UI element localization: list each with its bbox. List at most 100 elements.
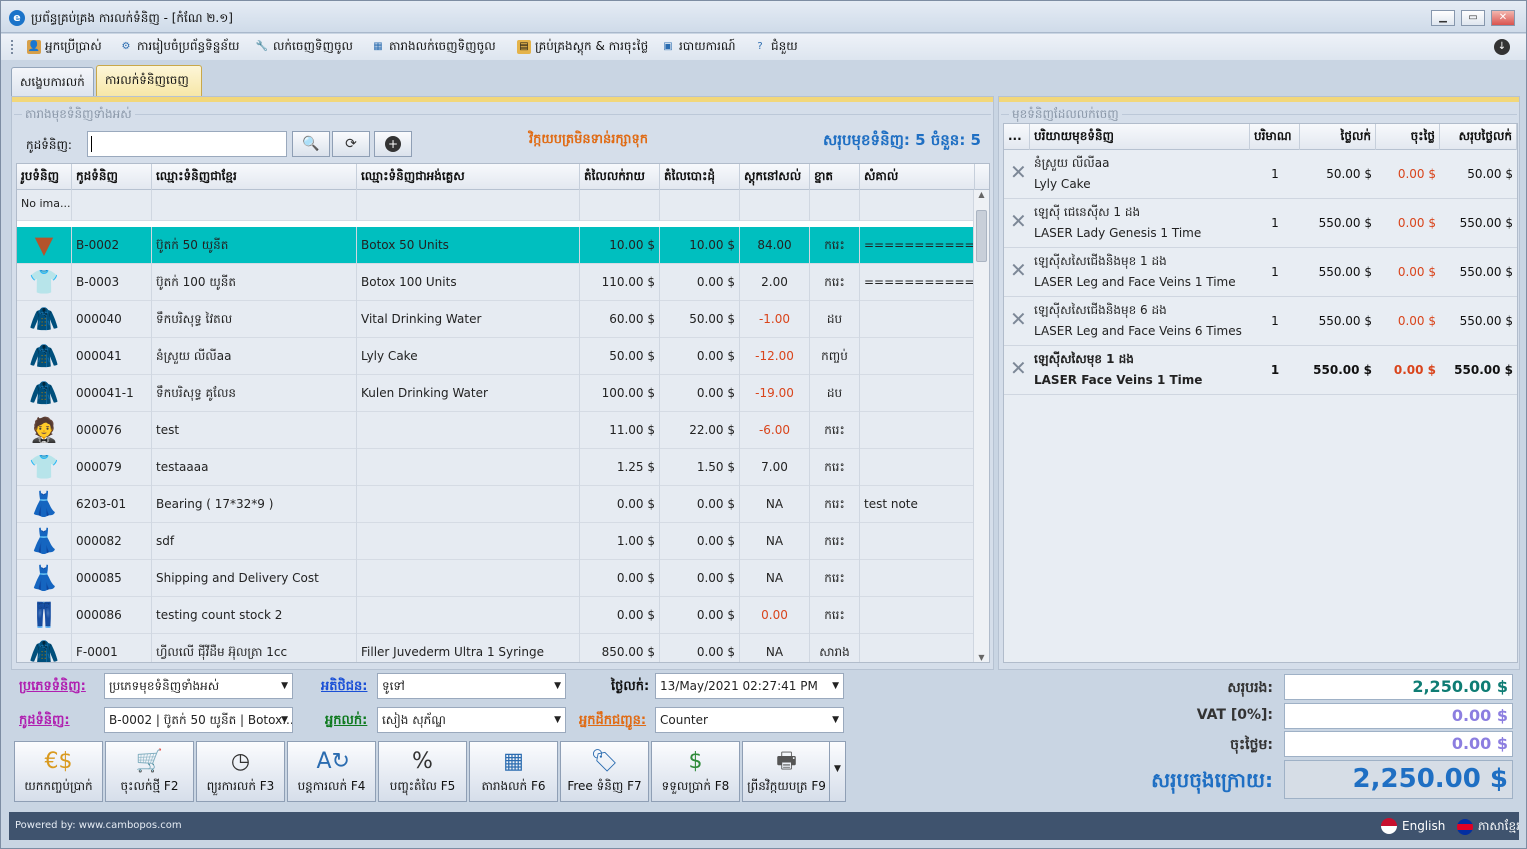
- function-button-7[interactable]: 🏷 Free ទំនិញ F7: [560, 741, 649, 802]
- customer-select[interactable]: ទូទៅ ▼: [377, 673, 566, 699]
- maximize-button[interactable]: ▭: [1461, 10, 1485, 26]
- table-row[interactable]: 🤵 000076 test 11.00 $22.00 $ -6.00 ករេះ: [17, 412, 975, 449]
- remove-item-icon[interactable]: ✕: [1010, 260, 1027, 280]
- item-disc: 0.00 $: [1393, 363, 1436, 377]
- table-row[interactable]: No ima...: [17, 190, 975, 221]
- more-buttons-dropdown[interactable]: ▼: [829, 741, 846, 802]
- function-button-5[interactable]: % បញ្ចុះតំលៃ F5: [378, 741, 467, 802]
- table-row[interactable]: 👗 6203-01 Bearing ( 17*32*9 ) 0.00 $0.00 $ N…: [17, 486, 975, 523]
- cart-row[interactable]: ✕ ឡេស៊ីសសៃជើងនិងមុខ 1 ដង LASER Leg and Fac…: [1004, 248, 1517, 297]
- date-picker[interactable]: 13/May/2021 02:27:41 PM ▼: [655, 673, 844, 699]
- product-code-input[interactable]: [87, 131, 287, 157]
- scroll-up-icon[interactable]: ▲: [974, 190, 989, 199]
- table-row[interactable]: 👕 000079 testaaaa 1.25 $1.50 $7.00 ករេះ: [17, 449, 975, 486]
- plus-circle-icon: +: [385, 136, 401, 152]
- col-note[interactable]: សំគាល់: [860, 164, 975, 190]
- cart-row[interactable]: ✕ ឡេស៊ីសសៃមុខ 1 ដង LASER Face Veins 1 Time…: [1004, 346, 1517, 395]
- col-name-kh[interactable]: ឈ្មោះទំនិញជាខ្មែរ: [152, 164, 357, 190]
- cart-row[interactable]: ✕ ឡេស៊ីសសៃជើងនិងមុខ 6 ដង LASER Leg and Fac…: [1004, 297, 1517, 346]
- table-row[interactable]: 👗 000082 sdf 1.00 $0.00 $ NA ករេះ: [17, 523, 975, 560]
- table-row[interactable]: 🧥 000040 ទឹកបរិសុទ្ធ វៃតល Vital Drinking Wa…: [17, 301, 975, 338]
- remove-item-icon[interactable]: ✕: [1010, 358, 1027, 378]
- function-button-1[interactable]: €$ យកកញ្ចប់ប្រាក់: [14, 741, 103, 802]
- cell-retail: 1.25 $: [580, 449, 660, 486]
- cell-en: [357, 190, 580, 221]
- table-row[interactable]: 🧥 000041 នំស្រួយ លីលីaa Lyly Cake 50.00 $0.0…: [17, 338, 975, 375]
- cell-stock: 84.00: [740, 227, 810, 264]
- minimize-button[interactable]: ▁: [1431, 10, 1455, 26]
- menu-report[interactable]: ▣ របាយការណ៍: [661, 38, 735, 56]
- cell-unit: ករេះ: [810, 412, 860, 449]
- cell-note: test note: [860, 486, 975, 523]
- col-price[interactable]: ថ្លៃលក់: [1300, 124, 1376, 150]
- cell-kh: [152, 190, 357, 221]
- cell-img: 🧥: [17, 634, 72, 662]
- menu-help[interactable]: ? ជំនួយ: [753, 38, 797, 56]
- col-discount[interactable]: ចុះថ្លៃ: [1376, 124, 1440, 150]
- col-wholesale[interactable]: តំលៃបោះដុំ: [660, 164, 740, 190]
- menu-users[interactable]: 👤 អ្នកប្រើប្រាស់: [27, 38, 102, 56]
- table-row[interactable]: 👗 000085 Shipping and Delivery Cost 0.00 $0…: [17, 560, 975, 597]
- col-remove[interactable]: ...: [1004, 124, 1030, 150]
- col-code[interactable]: កូដទំនិញ: [72, 164, 152, 190]
- table-row[interactable]: ▼ B-0002 ប៊ូតក់ 50 យូនីត Botox 50 Units 10.0…: [17, 227, 975, 264]
- table-row[interactable]: 🧥 F-0001 ហ្វីលលើ ជុីវីដឺម អ៊ុលត្រា 1cc Fill…: [17, 634, 975, 662]
- col-description[interactable]: បរិយាយមុខទំនិញ: [1030, 124, 1250, 150]
- col-line-total[interactable]: សរុបថ្លៃលក់: [1440, 124, 1517, 150]
- lang-khmer[interactable]: ភាសាខ្មែរ: [1457, 818, 1520, 836]
- cell-stock: 7.00: [740, 449, 810, 486]
- tab-sales-out[interactable]: ការលក់ទំនិញចេញ: [96, 65, 202, 98]
- menu-sales[interactable]: 🔧 លក់ចេញទិញចូល: [255, 38, 353, 56]
- scroll-down-icon[interactable]: ▼: [974, 653, 989, 662]
- cart-row[interactable]: ✕ ឡេស៊ី ជេនេស៊ីស 1 ដង LASER Lady Genesis 1…: [1004, 199, 1517, 248]
- col-qty[interactable]: បរិមាណ: [1250, 124, 1300, 150]
- cell-unit: ករេះ: [810, 523, 860, 560]
- shipper-select[interactable]: Counter ▼: [655, 707, 844, 733]
- menu-label: អ្នកប្រើប្រាស់: [45, 39, 102, 53]
- function-button-2[interactable]: 🛒 ចុះលក់ថ្មី F2: [105, 741, 194, 802]
- col-image[interactable]: រូបទំនិញ: [17, 164, 72, 190]
- chevron-down-icon: ▼: [554, 715, 561, 725]
- col-retail[interactable]: តំលៃលក់រាយ: [580, 164, 660, 190]
- function-button-9[interactable]: 🖶 ព្រីនវិក្កយបត្រ F9: [742, 741, 831, 802]
- cell-unit: [810, 190, 860, 221]
- products-scrollbar[interactable]: ▲ ▼: [973, 190, 989, 662]
- code-select[interactable]: B-0002 | ប៊ូតក់ 50 យូនីត | Botox... ▼: [104, 707, 293, 733]
- download-icon[interactable]: ↓: [1494, 39, 1510, 55]
- subtotal-label: សរុបរង:: [1227, 680, 1273, 696]
- item-total: 50.00 $: [1467, 167, 1513, 181]
- remove-item-icon[interactable]: ✕: [1010, 211, 1027, 231]
- col-unit[interactable]: ខ្នាត: [810, 164, 860, 190]
- cell-img: 👗: [17, 486, 72, 523]
- table-row[interactable]: 🧥 000041-1 ទឹកបរិសុទ្ធ គូលែន Kulen Drinking…: [17, 375, 975, 412]
- seller-select[interactable]: សៀង សុភ័ណ្ឌ ▼: [377, 707, 566, 733]
- table-row[interactable]: 👖 000086 testing count stock 2 0.00 $0.00 $…: [17, 597, 975, 634]
- refresh-button[interactable]: ⟳: [332, 131, 370, 157]
- table-row[interactable]: 👕 B-0003 ប៊ូតក់ 100 យូនីត Botox 100 Units 11…: [17, 264, 975, 301]
- category-select[interactable]: ប្រភេទមុខទំនិញទាំងអស់ ▼: [104, 673, 293, 699]
- cart-row[interactable]: ✕ នំស្រួយ លីលីaa Lyly Cake 1 50.00 $ 0.00 $ 50…: [1004, 150, 1517, 199]
- function-button-8[interactable]: $ ទទួលប្រាក់ F8: [651, 741, 740, 802]
- search-button[interactable]: 🔍: [292, 131, 330, 157]
- cell-whole: 0.00 $: [660, 486, 740, 523]
- add-button[interactable]: +: [374, 131, 412, 157]
- close-button[interactable]: ✕: [1491, 10, 1515, 26]
- cell-img: 🧥: [17, 301, 72, 338]
- cell-note: [860, 560, 975, 597]
- function-button-3[interactable]: ◷ ព្យួរការលក់ F3: [196, 741, 285, 802]
- function-button-6[interactable]: ▦ តារាងលក់ F6: [469, 741, 558, 802]
- seller-label: អ្នកលក់:: [325, 713, 368, 728]
- remove-item-icon[interactable]: ✕: [1010, 309, 1027, 329]
- cell-note: ===============...: [860, 227, 975, 264]
- menu-sales-table[interactable]: ▦ តារាងលក់ចេញទិញចូល: [371, 38, 495, 56]
- col-name-en[interactable]: ឈ្មោះទំនិញជាអង់គ្លេស: [357, 164, 580, 190]
- lang-english[interactable]: English: [1381, 818, 1445, 834]
- menu-stock[interactable]: ▤ គ្រប់គ្រងស្តុក & ការចុះថ្លៃ: [517, 38, 648, 56]
- scroll-thumb[interactable]: [976, 210, 987, 262]
- col-stock[interactable]: ស្តុកនៅសល់: [740, 164, 810, 190]
- cell-img: ▼: [17, 227, 72, 264]
- tab-sales-summary[interactable]: សង្ខេបការលក់: [11, 67, 94, 97]
- menu-setup[interactable]: ⚙ ការរៀបចំប្រព័ន្ធទិន្នន័យ: [119, 38, 240, 56]
- remove-item-icon[interactable]: ✕: [1010, 162, 1027, 182]
- function-button-4[interactable]: A↻ បន្តការលក់ F4: [287, 741, 376, 802]
